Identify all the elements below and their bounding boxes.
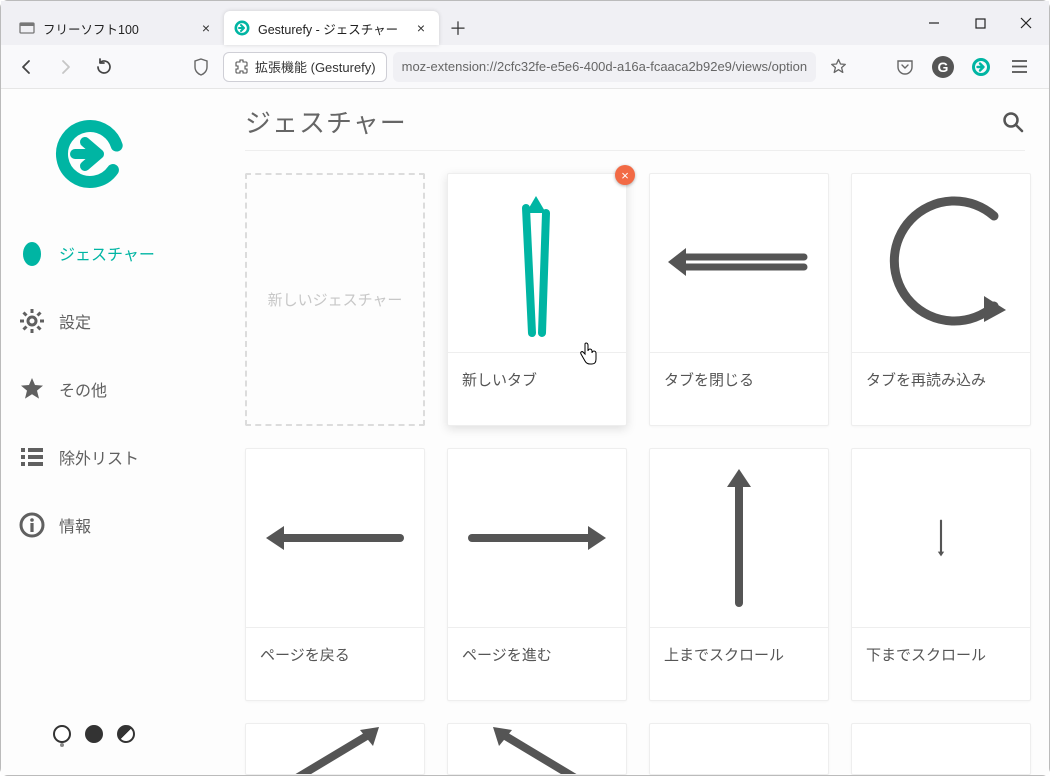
gesturefy-toolbar-icon[interactable] (967, 53, 995, 81)
hamburger-menu-icon[interactable] (1005, 53, 1033, 81)
sidebar-item-label: 除外リスト (59, 445, 139, 469)
gesture-card-page-back[interactable]: ページを戻る (245, 448, 425, 701)
theme-auto[interactable] (117, 725, 135, 743)
theme-light[interactable] (53, 725, 71, 743)
gear-icon (19, 308, 45, 334)
tabs-strip: フリーソフト100 × Gesturefy - ジェスチャー × ＋ (9, 1, 473, 45)
gesture-card-partial[interactable] (447, 723, 627, 775)
gesture-caption: ページを進む (448, 628, 626, 700)
sidebar-item-extras[interactable]: その他 (19, 365, 203, 413)
tab-close-icon[interactable]: × (198, 20, 214, 36)
back-button[interactable] (11, 51, 43, 83)
new-gesture-placeholder[interactable]: 新しいジェスチャー (245, 173, 425, 426)
gesture-card-close-tab[interactable]: タブを閉じる (649, 173, 829, 426)
tab-favicon-generic (19, 20, 35, 36)
gesture-caption: タブを再読み込み (852, 353, 1030, 425)
gesture-preview (650, 174, 828, 353)
new-gesture-label: 新しいジェスチャー (268, 289, 403, 310)
gesture-caption: タブを閉じる (650, 353, 828, 425)
gesture-caption: 下までスクロール (852, 628, 1030, 700)
window-minimize-button[interactable] (911, 1, 957, 45)
browser-titlebar: フリーソフト100 × Gesturefy - ジェスチャー × ＋ (1, 1, 1049, 45)
gesture-caption: 新しいタブ (448, 353, 626, 425)
gesture-card-new-tab[interactable]: × 新しいタブ (447, 173, 627, 426)
gesture-card-partial[interactable] (649, 723, 829, 775)
window-maximize-button[interactable] (957, 1, 1003, 45)
bookmark-star-icon[interactable] (822, 51, 854, 83)
address-url-text: moz-extension://2cfc32fe-e5e6-400d-a16a-… (402, 59, 807, 74)
gesture-card-partial[interactable] (245, 723, 425, 775)
extension-icon (234, 59, 249, 74)
tab-title: フリーソフト100 (43, 19, 190, 38)
reload-button[interactable] (87, 51, 119, 83)
gesture-caption: ページを戻る (246, 628, 424, 700)
address-prefix-label: 拡張機能 (Gesturefy) (255, 57, 376, 76)
gesture-preview (246, 449, 424, 628)
extension-page: ジェスチャー 設定 その他 除外リスト 情報 (1, 89, 1049, 775)
gesture-caption: 上までスクロール (650, 628, 828, 700)
list-icon (19, 444, 45, 470)
gesture-preview (448, 174, 626, 353)
main-content: ジェスチャー 新しいジェスチャー × (221, 89, 1049, 775)
gesture-grid: 新しいジェスチャー × 新しいタブ (245, 151, 1025, 775)
mouse-icon (19, 240, 45, 266)
main-header: ジェスチャー (245, 103, 1025, 151)
pocket-icon[interactable] (891, 53, 919, 81)
gesture-card-scroll-bottom[interactable]: 下までスクロール (851, 448, 1031, 701)
gesture-preview (448, 449, 626, 628)
theme-dark[interactable] (85, 725, 103, 743)
sidebar-item-label: 設定 (59, 309, 91, 333)
sidebar-item-gestures[interactable]: ジェスチャー (19, 229, 203, 277)
sidebar-item-settings[interactable]: 設定 (19, 297, 203, 345)
gesture-card-page-forward[interactable]: ページを進む (447, 448, 627, 701)
account-icon[interactable]: G (929, 53, 957, 81)
new-tab-button[interactable]: ＋ (443, 13, 473, 43)
theme-switcher (19, 717, 203, 755)
sidebar-item-label: 情報 (59, 513, 91, 537)
sidebar-item-label: その他 (59, 377, 107, 401)
gesture-card-reload-tab[interactable]: タブを再読み込み (851, 173, 1031, 426)
sidebar-item-info[interactable]: 情報 (19, 501, 203, 549)
sidebar-item-exclusions[interactable]: 除外リスト (19, 433, 203, 481)
tab-close-icon[interactable]: × (413, 20, 429, 36)
sidebar: ジェスチャー 設定 その他 除外リスト 情報 (1, 89, 221, 775)
window-controls (911, 1, 1049, 45)
star-icon (19, 376, 45, 402)
window-close-button[interactable] (1003, 1, 1049, 45)
gesture-preview (852, 449, 1030, 628)
sidebar-item-label: ジェスチャー (59, 241, 155, 265)
info-icon (19, 512, 45, 538)
tab-title: Gesturefy - ジェスチャー (258, 19, 405, 38)
address-url[interactable]: moz-extension://2cfc32fe-e5e6-400d-a16a-… (393, 52, 816, 82)
browser-toolbar: 拡張機能 (Gesturefy) moz-extension://2cfc32f… (1, 45, 1049, 89)
tab-gesturefy[interactable]: Gesturefy - ジェスチャー × (224, 11, 439, 45)
address-extension-chip[interactable]: 拡張機能 (Gesturefy) (223, 52, 387, 82)
gesture-card-scroll-top[interactable]: 上までスクロール (649, 448, 829, 701)
tab-freesoft100[interactable]: フリーソフト100 × (9, 11, 224, 45)
gesture-preview (852, 174, 1030, 353)
gesturefy-logo (53, 117, 127, 191)
gesture-card-partial[interactable] (851, 723, 1031, 775)
gesture-preview (650, 449, 828, 628)
page-title: ジェスチャー (245, 103, 407, 140)
shield-icon[interactable] (185, 51, 217, 83)
forward-button[interactable] (49, 51, 81, 83)
tab-favicon-gesturefy (234, 20, 250, 36)
search-icon[interactable] (1001, 110, 1025, 134)
